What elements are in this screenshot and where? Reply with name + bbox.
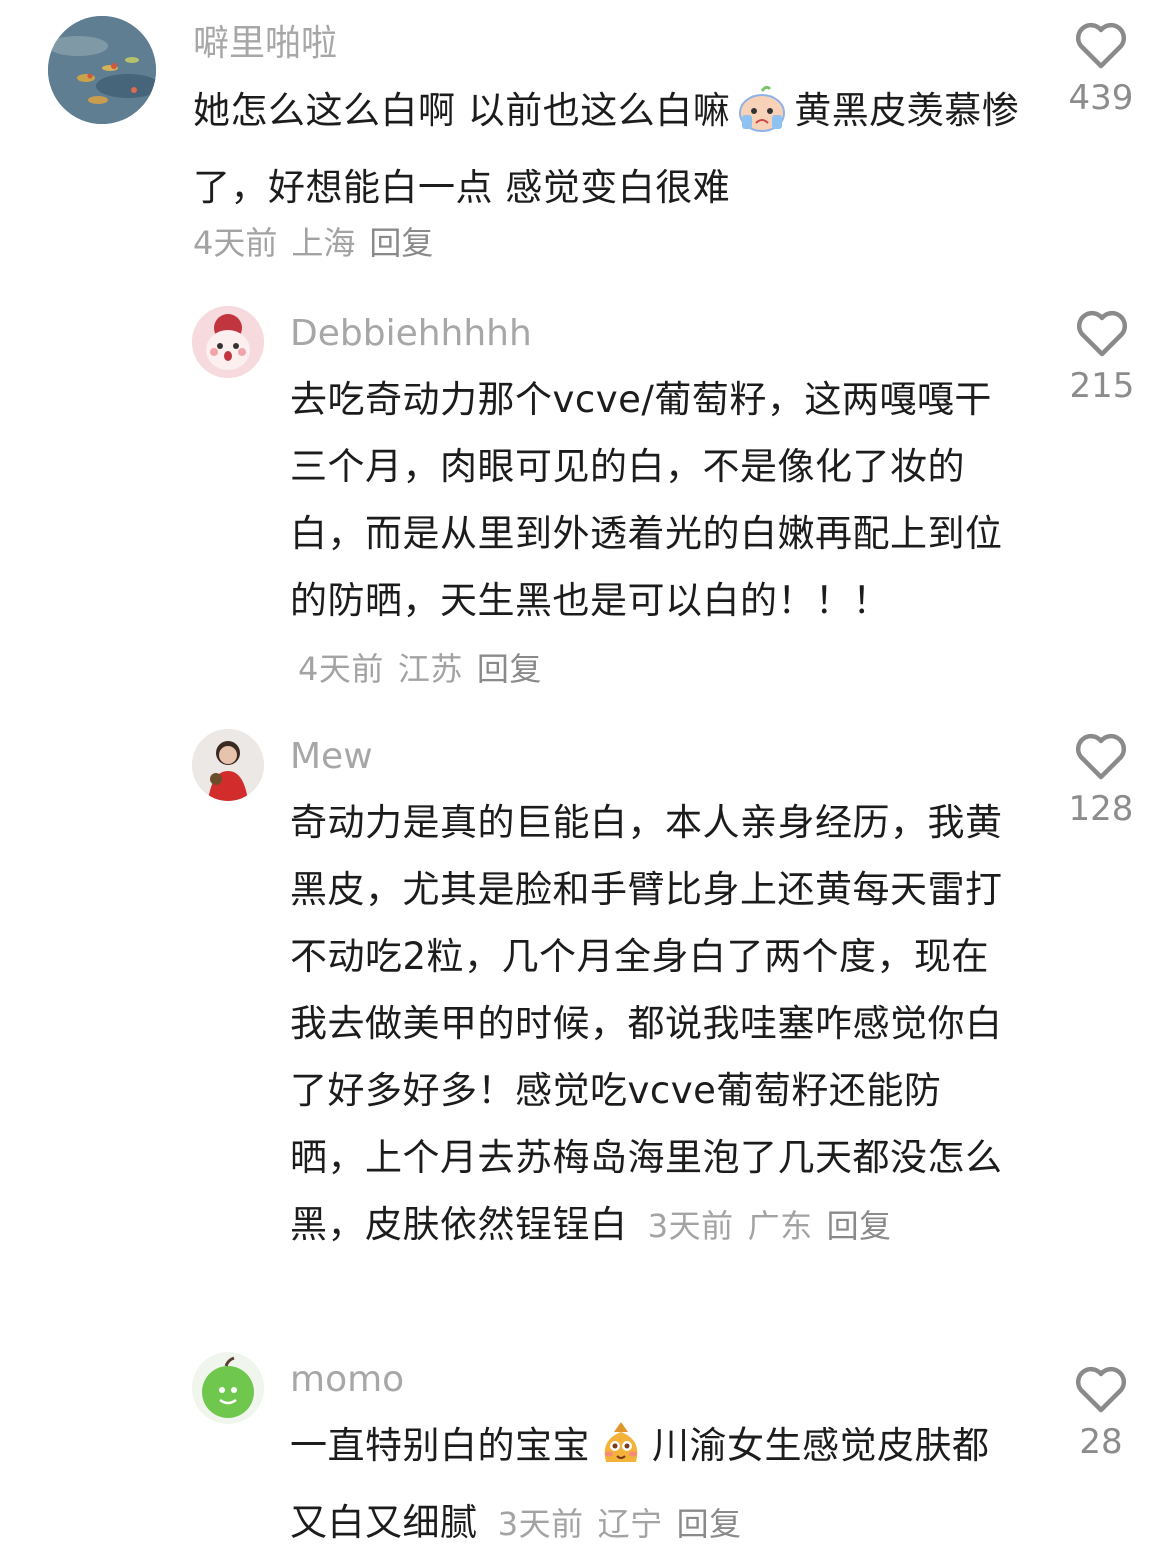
comment-text: 去吃奇动力那个vcve/葡萄籽，这两嘎嘎干三个月，肉眼可见的白，不是像化了妆的白… <box>290 366 1010 703</box>
reply-button[interactable]: 回复 <box>827 1207 892 1245</box>
heart-icon <box>1075 1366 1127 1413</box>
heart-icon <box>1076 310 1128 357</box>
like-button[interactable]: 128 <box>1051 733 1151 829</box>
comment-meta: 4天前 上海 回复 <box>193 218 447 264</box>
like-count: 215 <box>1069 366 1135 406</box>
comment-text-part: 去吃奇动力那个vcve/葡萄籽，这两嘎嘎干三个月，肉眼可见的白，不是像化了妆的白… <box>290 378 1003 622</box>
comment-text-part: 她怎么这么白啊 以前也这么白嘛 <box>193 89 731 132</box>
comment-text: 她怎么这么白啊 以前也这么白嘛 黄黑皮羡慕惨了，好想能白一点 感觉变白很难 <box>193 77 1023 221</box>
like-button[interactable]: 439 <box>1051 22 1151 118</box>
comment-item: Debbiehhhhh 去吃奇动力那个vcve/葡萄籽，这两嘎嘎干三个月，肉眼可… <box>0 300 1170 710</box>
comment-time: 4天前 <box>298 650 384 688</box>
blushing-money-bag-emoji-icon <box>596 1418 646 1489</box>
like-count: 128 <box>1068 789 1134 829</box>
like-count: 28 <box>1079 1422 1123 1462</box>
avatar[interactable] <box>192 306 264 378</box>
comment-time: 4天前 <box>193 224 278 262</box>
comment-text-part: 一直特别白的宝宝 <box>290 1424 590 1467</box>
avatar[interactable] <box>192 1352 264 1424</box>
username[interactable]: momo <box>290 1358 404 1402</box>
comment-location: 广东 <box>747 1207 813 1245</box>
pink-bear-avatar-icon <box>192 306 264 378</box>
comment-meta: 4天前 江苏 回复 <box>298 650 556 688</box>
comment-meta: 3天前 广东 回复 <box>648 1207 906 1245</box>
comment-text-part: 奇动力是真的巨能白，本人亲身经历，我黄黑皮，尤其是脸和手臂比身上还黄每天雷打不动… <box>290 801 1003 1246</box>
avatar[interactable] <box>48 16 156 124</box>
username[interactable]: Debbiehhhhh <box>290 312 532 356</box>
username[interactable]: Mew <box>290 735 373 779</box>
comment-location: 江苏 <box>397 650 463 688</box>
avatar[interactable] <box>192 729 264 801</box>
reply-button[interactable]: 回复 <box>369 224 433 262</box>
green-apple-avatar-icon <box>192 1352 264 1424</box>
reply-button[interactable]: 回复 <box>477 650 542 688</box>
like-count: 439 <box>1068 78 1134 118</box>
comment-time: 3天前 <box>647 1207 734 1245</box>
comment-text: 奇动力是真的巨能白，本人亲身经历，我黄黑皮，尤其是脸和手臂比身上还黄每天雷打不动… <box>290 789 1010 1260</box>
comment-time: 3天前 <box>497 1505 584 1543</box>
comment-meta: 3天前 辽宁 回复 <box>498 1505 756 1543</box>
like-button[interactable]: 28 <box>1051 1366 1151 1462</box>
comment-item: 噼里啪啦 她怎么这么白啊 以前也这么白嘛 黄黑皮羡慕惨了，好想能白一点 感觉变白… <box>0 0 1170 270</box>
comment-item: Mew 奇动力是真的巨能白，本人亲身经历，我黄黑皮，尤其是脸和手臂比身上还黄每天… <box>0 725 1170 1335</box>
comment-location: 辽宁 <box>597 1505 663 1543</box>
reply-button[interactable]: 回复 <box>677 1505 742 1543</box>
heart-icon <box>1075 733 1127 780</box>
water-lilies-painting-avatar-icon <box>48 16 156 124</box>
comment-item: momo 一直特别白的宝宝 川渝女生感觉皮肤都又白又细腻 3天前 辽宁 回复 28 <box>0 1350 1170 1557</box>
username[interactable]: 噼里啪啦 <box>193 22 337 66</box>
comment-location: 上海 <box>291 224 356 262</box>
comment-text: 一直特别白的宝宝 川渝女生感觉皮肤都又白又细腻 3天前 辽宁 回复 <box>290 1412 1010 1558</box>
girl-portrait-avatar-icon <box>192 729 264 801</box>
heart-icon <box>1075 22 1127 69</box>
crying-face-emoji-icon <box>736 85 788 154</box>
like-button[interactable]: 215 <box>1052 310 1152 406</box>
